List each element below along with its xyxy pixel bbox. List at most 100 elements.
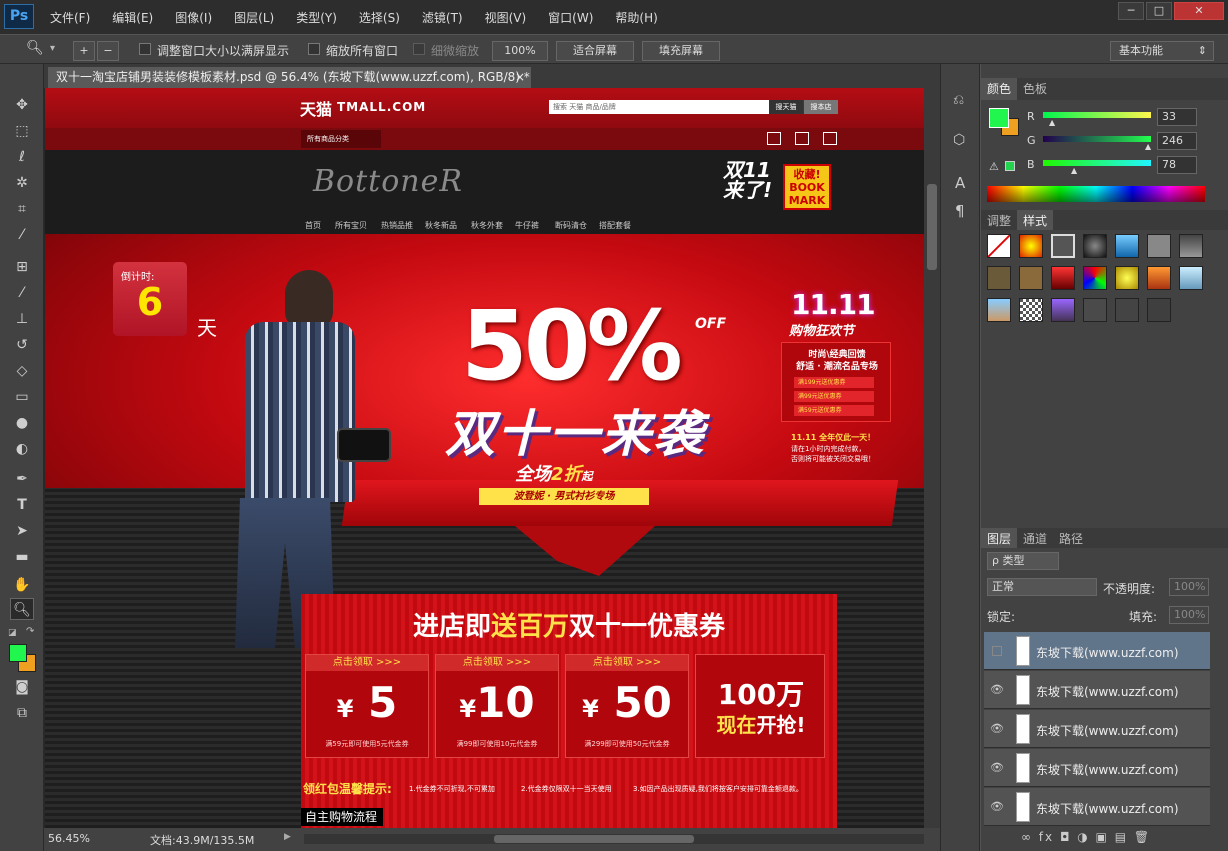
horizontal-scrollbar[interactable] xyxy=(304,834,924,844)
history-brush-icon[interactable]: ↺ xyxy=(10,334,34,356)
canvas-vertical-scrollbar[interactable] xyxy=(924,88,940,828)
menu-file[interactable]: 文件(F) xyxy=(50,9,90,26)
swap-colors-icon[interactable]: ↷ xyxy=(26,626,34,637)
pen-icon[interactable]: ✒ xyxy=(10,468,34,490)
menu-layer[interactable]: 图层(L) xyxy=(234,9,274,26)
tab-close-icon[interactable]: × xyxy=(515,67,525,88)
style-swatch-none[interactable] xyxy=(987,234,1011,258)
style-swatch[interactable] xyxy=(1147,298,1171,322)
style-swatch[interactable] xyxy=(1147,234,1171,258)
style-swatch[interactable] xyxy=(1019,234,1043,258)
tab-channels[interactable]: 通道 xyxy=(1017,528,1053,548)
hand-icon[interactable]: ✋ xyxy=(10,574,34,596)
status-menu-icon[interactable]: ▶ xyxy=(284,832,291,842)
gradient-icon[interactable]: ▭ xyxy=(10,386,34,408)
zoom-all-checkbox[interactable] xyxy=(308,43,320,55)
minimize-button[interactable]: ─ xyxy=(1118,2,1144,20)
document-tab[interactable]: 双十一淘宝店铺男装装修模板素材.psd @ 56.4% (东坡下载(www.uz… xyxy=(48,67,531,88)
clone-stamp-icon[interactable]: ⊥ xyxy=(10,308,34,330)
b-slider-thumb-icon[interactable]: ▲ xyxy=(1071,166,1077,175)
scrubby-zoom-checkbox[interactable] xyxy=(413,43,425,55)
style-swatch[interactable] xyxy=(1179,266,1203,290)
tab-paths[interactable]: 路径 xyxy=(1053,528,1089,548)
r-value[interactable]: 33 xyxy=(1157,108,1197,126)
layer-name[interactable]: 东坡下载(www.uzzf.com) xyxy=(1036,761,1179,778)
style-swatch[interactable] xyxy=(1019,298,1043,322)
blur-icon[interactable]: ● xyxy=(10,412,34,434)
rectangle-icon[interactable]: ▬ xyxy=(10,546,34,568)
character-panel-icon[interactable]: A xyxy=(955,174,965,192)
style-swatch[interactable] xyxy=(1051,298,1075,322)
status-zoom[interactable]: 56.45% xyxy=(48,832,90,845)
layer-name[interactable]: 东坡下载(www.uzzf.com) xyxy=(1036,800,1179,817)
blend-mode-select[interactable]: 正常 xyxy=(987,578,1097,596)
eye-icon[interactable]: 👁︎ xyxy=(990,722,1004,735)
style-swatch[interactable] xyxy=(1083,266,1107,290)
workspace-select[interactable]: 基本功能 ⇕ xyxy=(1110,41,1214,61)
g-slider-thumb-icon[interactable]: ▲ xyxy=(1145,142,1151,151)
opacity-input[interactable]: 100% xyxy=(1169,578,1209,596)
b-slider[interactable] xyxy=(1043,160,1151,166)
menu-edit[interactable]: 编辑(E) xyxy=(112,9,153,26)
style-swatch[interactable] xyxy=(1051,234,1075,258)
layer-row[interactable]: 👁︎ 东坡下载(www.uzzf.com) xyxy=(984,749,1210,787)
zoom-tool-icon[interactable]: 🔍︎ xyxy=(26,40,44,56)
dodge-icon[interactable]: ◐ xyxy=(10,438,34,460)
style-swatch[interactable] xyxy=(1019,266,1043,290)
layer-visibility-off[interactable] xyxy=(992,646,1002,656)
resize-windows-checkbox[interactable] xyxy=(139,43,151,55)
menu-view[interactable]: 视图(V) xyxy=(485,9,527,26)
g-value[interactable]: 246 xyxy=(1157,132,1197,150)
type-icon[interactable]: T xyxy=(10,494,34,516)
eye-icon[interactable]: 👁︎ xyxy=(990,761,1004,774)
vertical-scroll-thumb[interactable] xyxy=(927,184,937,270)
history-panel-icon[interactable]: ⎌ xyxy=(953,92,964,108)
color-spectrum-bar[interactable] xyxy=(987,186,1205,202)
magic-wand-icon[interactable]: ✲ xyxy=(10,172,34,194)
tab-color[interactable]: 颜色 xyxy=(981,78,1018,100)
gamut-swatch[interactable] xyxy=(1005,161,1015,171)
close-button[interactable]: ✕ xyxy=(1174,2,1224,20)
menu-type[interactable]: 类型(Y) xyxy=(296,9,337,26)
layer-row[interactable]: 👁︎ 东坡下载(www.uzzf.com) xyxy=(984,788,1210,826)
eye-icon[interactable]: 👁︎ xyxy=(990,800,1004,813)
layer-name[interactable]: 东坡下载(www.uzzf.com) xyxy=(1036,722,1179,739)
r-slider-thumb-icon[interactable]: ▲ xyxy=(1049,118,1055,127)
gamut-warning-icon[interactable]: ⚠ xyxy=(989,160,999,173)
style-swatch[interactable] xyxy=(1115,298,1139,322)
horizontal-scroll-thumb[interactable] xyxy=(494,835,694,843)
move-icon[interactable]: ✥ xyxy=(10,94,34,116)
style-swatch[interactable] xyxy=(1051,266,1075,290)
panel-fg-swatch[interactable] xyxy=(989,108,1009,128)
tab-styles[interactable]: 样式 xyxy=(1017,210,1054,230)
style-swatch[interactable] xyxy=(1179,234,1203,258)
menu-filter[interactable]: 滤镜(T) xyxy=(422,9,463,26)
r-slider[interactable] xyxy=(1043,112,1151,118)
tab-swatches[interactable]: 色板 xyxy=(1017,78,1053,100)
layer-row[interactable]: 👁︎ 东坡下载(www.uzzf.com) xyxy=(984,710,1210,748)
tab-adjustments[interactable]: 调整 xyxy=(981,210,1017,230)
marquee-icon[interactable]: ⬚ xyxy=(10,120,34,142)
actions-panel-icon[interactable]: ⬡ xyxy=(953,132,965,148)
style-swatch[interactable] xyxy=(987,266,1011,290)
g-slider[interactable] xyxy=(1043,136,1151,142)
fill-input[interactable]: 100% xyxy=(1169,606,1209,624)
b-value[interactable]: 78 xyxy=(1157,156,1197,174)
document-canvas[interactable]: 天猫 TMALL.COM 搜索 天猫 商品/品牌 搜天猫 搜本店 所有商品分类 … xyxy=(45,88,924,828)
spot-healing-icon[interactable]: ⊞ xyxy=(10,256,34,278)
default-colors-icon[interactable]: ◪ xyxy=(8,628,17,638)
style-swatch[interactable] xyxy=(1083,234,1107,258)
foreground-color-swatch[interactable] xyxy=(9,644,27,662)
layer-kind-filter[interactable]: ρ 类型 xyxy=(987,552,1059,570)
tool-preset-chevron-icon[interactable]: ▾ xyxy=(50,43,55,54)
menu-help[interactable]: 帮助(H) xyxy=(615,9,657,26)
eyedropper-icon[interactable]: ⁄ xyxy=(10,224,34,246)
eraser-icon[interactable]: ◇ xyxy=(10,360,34,382)
path-selection-icon[interactable]: ➤ xyxy=(10,520,34,542)
layer-row[interactable]: 👁︎ 东坡下载(www.uzzf.com) xyxy=(984,671,1210,709)
menu-image[interactable]: 图像(I) xyxy=(175,9,212,26)
style-swatch[interactable] xyxy=(1115,234,1139,258)
tab-layers[interactable]: 图层 xyxy=(981,528,1018,548)
zoom-icon[interactable]: 🔍︎ xyxy=(10,598,34,620)
layer-name[interactable]: 东坡下载(www.uzzf.com) xyxy=(1036,644,1179,661)
